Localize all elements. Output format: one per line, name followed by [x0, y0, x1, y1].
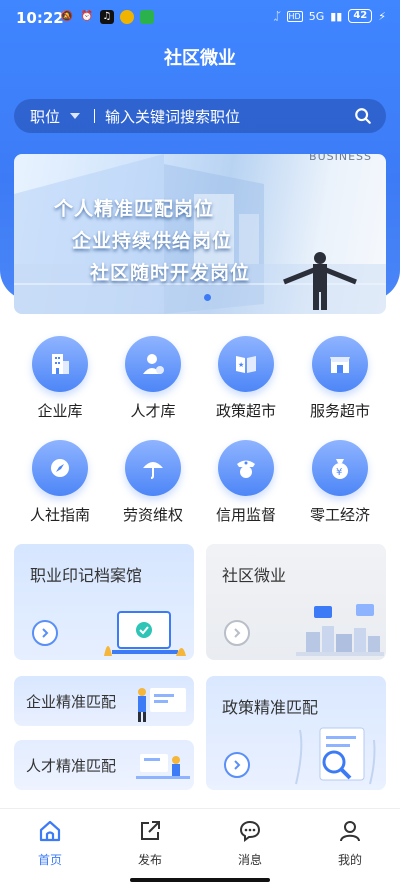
search-category-select[interactable]: 职位	[30, 106, 60, 127]
certificate-illustration	[104, 611, 186, 656]
grid-label: 服务超市	[309, 402, 370, 420]
officer-icon	[218, 440, 274, 496]
profile-icon	[340, 821, 360, 842]
policy-match-card[interactable]: 政策精准匹配	[206, 676, 386, 790]
chevron-down-icon[interactable]	[70, 113, 81, 119]
page-title: 社区微业	[164, 48, 236, 69]
tab-profile[interactable]: 我的	[320, 819, 380, 868]
search-icon[interactable]	[354, 107, 372, 125]
presenter-illustration	[138, 688, 186, 722]
grid-item-talent[interactable]: 人才库	[113, 336, 193, 421]
banner-line-3: 社区随时开发岗位	[90, 262, 251, 284]
alarm-icon: ⏰	[80, 11, 94, 22]
grid-item-gig[interactable]: ¥ 零工经济	[300, 440, 380, 525]
bottom-tab-bar: 首页 发布 消息 我的	[0, 808, 400, 888]
enterprise-match-card[interactable]: 企业精准匹配	[14, 676, 194, 726]
building-icon	[32, 336, 88, 392]
bluetooth-icon: ᛢ	[273, 9, 281, 23]
grid-label: 政策超市	[215, 402, 276, 420]
tab-label: 发布	[137, 853, 162, 867]
grid-label: 劳资维权	[122, 506, 183, 524]
money-bag-icon: ¥	[312, 440, 368, 496]
desk-worker-illustration	[136, 754, 190, 779]
card-title: 社区微业	[222, 566, 287, 585]
compass-icon	[32, 440, 88, 496]
wechat-icon	[140, 10, 154, 24]
town-illustration	[296, 604, 384, 656]
notification-icons: 🔕 ⏰ ♫	[60, 10, 154, 24]
umbrella-icon	[125, 440, 181, 496]
card-title: 企业精准匹配	[26, 693, 117, 711]
weibo-icon	[120, 10, 134, 24]
book-icon: ★	[218, 336, 274, 392]
status-time: 10:22	[16, 9, 64, 27]
carousel-indicator[interactable]	[204, 294, 211, 301]
tab-label: 消息	[237, 853, 262, 867]
grid-label: 信用监督	[215, 506, 276, 524]
tiktok-icon: ♫	[100, 10, 114, 24]
tab-label: 我的	[337, 853, 362, 867]
publish-icon	[141, 821, 160, 840]
grid-item-credit[interactable]: 信用监督	[206, 440, 286, 525]
grid-label: 人才库	[130, 402, 176, 420]
talent-match-card[interactable]: 人才精准匹配	[14, 740, 194, 790]
tab-label: 首页	[37, 853, 62, 867]
grid-label: 人社指南	[29, 506, 90, 524]
message-icon	[239, 820, 261, 842]
document-search-illustration	[295, 727, 376, 785]
person-icon	[125, 336, 181, 392]
grid-label: 零工经济	[309, 506, 370, 524]
grid-label: 企业库	[37, 402, 83, 420]
tab-messages[interactable]: 消息	[220, 819, 280, 868]
banner-business-text: BUSINESS	[309, 154, 372, 163]
hd-icon: HD	[286, 10, 303, 22]
system-indicators: ᛢ HD 5G ▮▮ 42 ⚡	[274, 9, 386, 23]
grid-item-enterprise[interactable]: 企业库	[20, 336, 100, 421]
battery-icon: 42	[348, 9, 373, 23]
card-title: 职业印记档案馆	[30, 566, 143, 585]
svg-text:¥: ¥	[336, 467, 342, 478]
arrow-right-icon[interactable]	[224, 620, 250, 646]
community-card[interactable]: 社区微业	[206, 544, 386, 660]
banner-line-2: 企业持续供给岗位	[72, 230, 233, 252]
charging-icon: ⚡	[378, 9, 386, 23]
grid-item-labor-rights[interactable]: 劳资维权	[113, 440, 193, 525]
promo-banner[interactable]: BUSINESS 个人精准匹配岗位 企业持续供给岗位 社区随时开发岗位	[14, 154, 386, 314]
banner-line-1: 个人精准匹配岗位	[54, 198, 215, 220]
network-label: 5G	[308, 9, 325, 23]
businessman-illustration	[283, 252, 357, 310]
tab-home[interactable]: 首页	[20, 819, 80, 868]
search-bar[interactable]: 职位 输入关键词搜索职位	[14, 99, 386, 133]
tab-publish[interactable]: 发布	[120, 819, 180, 868]
arrow-right-icon[interactable]	[224, 752, 250, 778]
grid-item-policy[interactable]: ★ 政策超市	[206, 336, 286, 421]
arrow-right-icon[interactable]	[32, 620, 58, 646]
grid-item-service[interactable]: 服务超市	[300, 336, 380, 421]
store-icon	[312, 336, 368, 392]
archive-card[interactable]: 职业印记档案馆	[14, 544, 194, 660]
card-title: 人才精准匹配	[26, 757, 117, 775]
grid-item-guide[interactable]: 人社指南	[20, 440, 100, 525]
signal-icon: ▮▮	[330, 9, 343, 23]
svg-text:★: ★	[238, 361, 244, 369]
home-icon	[39, 820, 61, 842]
card-title: 政策精准匹配	[222, 698, 319, 717]
status-bar: 10:22 🔕 ⏰ ♫ ᛢ HD 5G ▮▮ 42 ⚡	[0, 0, 400, 36]
search-divider	[94, 109, 96, 123]
home-indicator[interactable]	[130, 878, 270, 882]
search-input[interactable]: 输入关键词搜索职位	[105, 106, 354, 127]
mute-icon: 🔕	[60, 11, 74, 22]
